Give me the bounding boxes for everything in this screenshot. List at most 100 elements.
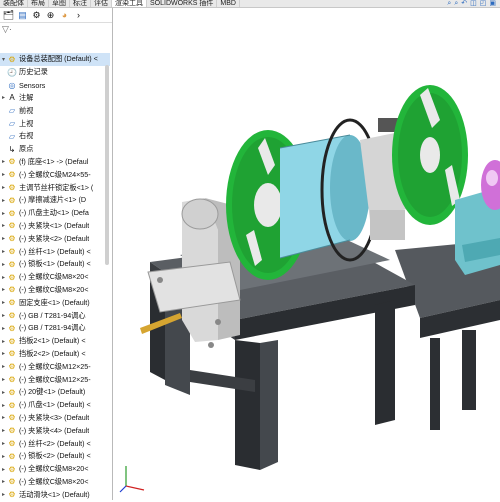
expand-icon[interactable]: ▸: [0, 376, 7, 383]
part-icon: ⚙: [8, 221, 16, 231]
expand-icon[interactable]: ▸: [0, 363, 7, 370]
expand-icon[interactable]: ▸: [0, 478, 7, 485]
tree-item[interactable]: ▸ ⚙ (-) GB / T281-94调心: [0, 309, 110, 322]
expand-icon[interactable]: ▸: [0, 402, 7, 409]
tree-item[interactable]: ▸ ⚙ (-) 夹紧块<4> (Default: [0, 424, 110, 437]
expand-icon[interactable]: ▸: [0, 414, 7, 421]
tree-item[interactable]: ↳ 原点: [0, 143, 110, 156]
zoom-area-icon[interactable]: ⌕: [454, 0, 458, 7]
tree-scrollbar[interactable]: [105, 65, 109, 265]
tree-item[interactable]: ▸ ⚙ (-) 全螺纹C级M8×20<: [0, 271, 110, 284]
expand-icon[interactable]: ▸: [0, 427, 7, 434]
tab-1[interactable]: 布局: [28, 0, 49, 7]
expand-icon[interactable]: ▸: [0, 491, 7, 498]
tree-item[interactable]: ▱ 右视: [0, 130, 110, 143]
tree-item-label: (-) 丝杆<2> (Default) <: [19, 438, 91, 448]
display-manager-icon[interactable]: ◕: [59, 10, 70, 21]
tree-item[interactable]: 🕘 历史记录: [0, 66, 110, 79]
filter-icon[interactable]: ▽·: [0, 23, 112, 35]
expand-arrow-icon[interactable]: ›: [73, 10, 84, 21]
expand-icon[interactable]: ▸: [0, 261, 7, 268]
tree-item[interactable]: ▸ ⚙ (-) 丝杆<1> (Default) <: [0, 245, 110, 258]
tree-item[interactable]: ▸ ⚙ (-) 全螺纹C级M24×55-: [0, 168, 110, 181]
tree-item-label: (-) GB / T281-94调心: [19, 310, 86, 320]
axis-triad-icon: [119, 466, 145, 493]
expand-icon[interactable]: ▸: [0, 210, 7, 217]
section-view-icon[interactable]: ◫: [470, 0, 477, 7]
display-style-icon[interactable]: ▣: [489, 0, 496, 7]
tree-item[interactable]: ▸ ⚙ (-) 全螺纹C级M12×25-: [0, 373, 110, 386]
view-orientation-icon[interactable]: ◰: [480, 0, 487, 7]
expand-icon[interactable]: ▸: [0, 466, 7, 473]
property-manager-icon[interactable]: ▤: [17, 10, 28, 21]
zoom-to-fit-icon[interactable]: ⌕: [447, 0, 451, 7]
collapse-icon[interactable]: ▾: [0, 56, 7, 63]
expand-icon[interactable]: ▸: [0, 453, 7, 460]
manager-toolbar: 🗂 ▤ ⚙ ⊕ ◕ ›: [0, 8, 112, 23]
feature-manager-icon[interactable]: 🗂: [3, 10, 14, 21]
expand-icon[interactable]: ▸: [0, 94, 7, 101]
tree-item[interactable]: ▸ ⚙ (-) 20键<1> (Default): [0, 386, 110, 399]
tab-7[interactable]: MBD: [217, 0, 240, 7]
expand-icon[interactable]: ▸: [0, 184, 7, 191]
expand-icon[interactable]: ▸: [0, 299, 7, 306]
tab-5[interactable]: 渲染工具: [112, 0, 147, 7]
part-icon: ⚙: [8, 387, 16, 397]
expand-icon[interactable]: ▸: [0, 197, 7, 204]
tree-item[interactable]: ▸ ⚙ (-) 夹紧块<2> (Default: [0, 232, 110, 245]
expand-icon[interactable]: ▸: [0, 325, 7, 332]
tree-item[interactable]: ▸ ⚙ (-) 爪盘<1> (Default) <: [0, 399, 110, 412]
tree-item[interactable]: ▸ A 注解: [0, 92, 110, 105]
tree-item[interactable]: ◎ Sensors: [0, 79, 110, 92]
tree-item[interactable]: ▸ ⚙ (-) 爪盘主动<1> (Defa: [0, 207, 110, 220]
tree-root[interactable]: ▾ ⚙ 设备总装配图 (Default) <: [0, 53, 110, 66]
expand-icon[interactable]: ▸: [0, 248, 7, 255]
tree-item[interactable]: ▸ ⚙ (-) 全螺纹C级M8×20<: [0, 284, 110, 297]
config-manager-icon[interactable]: ⚙: [31, 10, 42, 21]
tab-4[interactable]: 评估: [91, 0, 112, 7]
expand-icon[interactable]: ▸: [0, 389, 7, 396]
tree-item[interactable]: ▸ ⚙ (-) GB / T281-94调心: [0, 322, 110, 335]
expand-icon[interactable]: ▸: [0, 222, 7, 229]
tree-item-label: 固定支座<1> (Default): [19, 297, 90, 307]
expand-icon[interactable]: ▸: [0, 158, 7, 165]
tree-item[interactable]: ▸ ⚙ (-) 全螺纹C级M8×20<: [0, 463, 110, 476]
previous-view-icon[interactable]: ↶: [461, 0, 467, 7]
expand-icon[interactable]: ▸: [0, 171, 7, 178]
expand-icon[interactable]: ▸: [0, 286, 7, 293]
tree-item[interactable]: ▸ ⚙ 挡板2<2> (Default) <: [0, 348, 110, 361]
tab-0[interactable]: 装配体: [0, 0, 28, 7]
expand-icon[interactable]: ▸: [0, 338, 7, 345]
expand-icon[interactable]: ▸: [0, 235, 7, 242]
command-tabs: 装配体 布局 草图 标注 评估 渲染工具 SOLIDWORKS 插件 MBD: [0, 0, 500, 8]
part-icon: ⚙: [8, 451, 16, 461]
tree-item[interactable]: ▸ ⚙ (-) 摩擦减速片<1> (D: [0, 194, 110, 207]
tree-item[interactable]: ▸ ⚙ (-) 夹紧块<1> (Default: [0, 220, 110, 233]
feature-tree: 🕘 历史记录 ◎ Sensors ▸ A 注解 ▱ 前视 ▱ 上视 ▱ 右视 ↳ 原点 ▸ ⚙ (f) 底座<1>…: [0, 66, 110, 501]
dimxpert-icon[interactable]: ⊕: [45, 10, 56, 21]
tree-item[interactable]: ▸ ⚙ (-) 夹紧块<3> (Default: [0, 412, 110, 425]
tree-item[interactable]: ▸ ⚙ 主调节丝杆锁定板<1> (: [0, 181, 110, 194]
tab-3[interactable]: 标注: [70, 0, 91, 7]
tree-item[interactable]: ▸ ⚙ 挡板2<1> (Default) <: [0, 335, 110, 348]
tree-item[interactable]: ▸ ⚙ (f) 底座<1> -> (Defaul: [0, 156, 110, 169]
expand-icon[interactable]: ▸: [0, 274, 7, 281]
tree-item[interactable]: ▸ ⚙ (-) 全螺纹C级M8×20<: [0, 476, 110, 489]
tab-6[interactable]: SOLIDWORKS 插件: [147, 0, 218, 7]
tree-item[interactable]: ▸ ⚙ (-) 锁板<1> (Default) <: [0, 258, 110, 271]
tree-item[interactable]: ▸ ⚙ 固定支座<1> (Default): [0, 296, 110, 309]
tree-item[interactable]: ▱ 前视: [0, 104, 110, 117]
tree-item[interactable]: ▸ ⚙ (-) 丝杆<2> (Default) <: [0, 437, 110, 450]
expand-icon[interactable]: ▸: [0, 350, 7, 357]
tree-item[interactable]: ▸ ⚙ (-) 锁板<2> (Default) <: [0, 450, 110, 463]
expand-icon[interactable]: ▸: [0, 312, 7, 319]
tree-item[interactable]: ▱ 上视: [0, 117, 110, 130]
expand-icon[interactable]: ▸: [0, 440, 7, 447]
tree-root-label: 设备总装配图 (Default) <: [19, 54, 98, 64]
graphics-area[interactable]: [113, 8, 500, 500]
tree-item[interactable]: ▸ ⚙ (-) 全螺纹C级M12×25-: [0, 360, 110, 373]
tab-2[interactable]: 草图: [49, 0, 70, 7]
tree-item-label: (-) 夹紧块<4> (Default: [19, 425, 90, 435]
tree-item[interactable]: ▸ ⚙ 活动滑块<1> (Default): [0, 488, 110, 501]
part-icon: ⚙: [8, 311, 16, 321]
